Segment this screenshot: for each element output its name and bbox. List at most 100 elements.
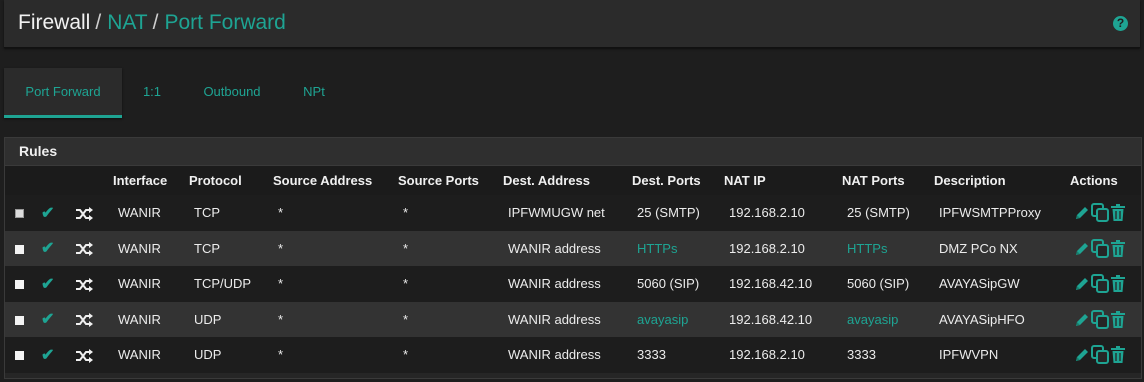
trash-icon[interactable] [1111,275,1125,293]
dest-ports-cell: 5060 (SIP) [637,276,700,292]
header-protocol[interactable]: Protocol [189,166,273,195]
help-icon[interactable]: ? [1113,16,1128,31]
table-header-row: Interface Protocol Source Address Source… [5,166,1141,195]
table-row[interactable]: ✔ WANIR UDP * * WANIR address 3333 192.1… [5,337,1141,373]
trash-icon[interactable] [1111,346,1125,364]
source-address-cell: * [278,205,284,221]
check-icon[interactable]: ✔ [41,347,54,364]
table-row[interactable]: ✔ WANIR UDP * * WANIR address avayasip 1… [5,301,1141,338]
header-source-address[interactable]: Source Address [273,166,398,195]
copy-icon[interactable] [1091,309,1110,329]
shuffle-icon [76,240,93,257]
dest-ports-cell: avayasip [637,311,689,327]
edit-pencil-icon[interactable] [1074,275,1090,292]
dest-address-cell: WANIR address [508,347,601,363]
table-row[interactable]: ✔ WANIR TCP * * IPFWMUGW net 25 (SMTP) 1… [5,195,1141,231]
status-cell: ✔ [41,266,76,302]
trash-icon[interactable] [1111,204,1125,222]
breadcrumb-firewall: Firewall [18,11,91,34]
description-cell: IPFWSMTPProxy [939,205,1041,221]
edit-pencil-icon[interactable] [1074,311,1090,328]
copy-icon[interactable] [1091,238,1110,258]
select-cell [5,266,41,302]
row-checkbox[interactable] [15,351,24,361]
protocol-cell: TCP [194,240,220,256]
edit-pencil-icon[interactable] [1074,204,1090,221]
rules-panel: Rules Interface Protocol Source Address … [4,137,1142,379]
select-cell [5,302,41,338]
nat-ip-cell: 192.168.2.10 [729,205,805,221]
actions-cell [1070,302,1141,338]
interface-cell: WANIR [118,311,161,327]
status-cell: ✔ [41,337,76,373]
edit-pencil-icon[interactable] [1074,240,1090,257]
description-cell: AVAYASipGW [939,276,1020,292]
row-checkbox[interactable] [15,209,24,219]
select-cell [5,337,41,373]
description-cell: AVAYASipHFO [939,311,1025,327]
header-select [5,166,41,195]
nat-ip-cell: 192.168.42.10 [729,311,813,327]
source-address-cell: * [278,347,284,363]
nat-ports-cell: 3333 [847,347,876,363]
nat-ip-cell: 192.168.2.10 [729,240,805,256]
header-dest-ports[interactable]: Dest. Ports [632,166,724,195]
tab-port-forward[interactable]: Port Forward [4,68,122,118]
source-ports-cell: * [403,240,409,256]
header-nat-ip[interactable]: NAT IP [724,166,842,195]
check-icon[interactable]: ✔ [41,276,54,293]
copy-icon[interactable] [1091,203,1110,223]
source-ports-cell: * [403,311,409,327]
type-cell [76,195,113,231]
row-checkbox[interactable] [15,315,24,325]
edit-pencil-icon[interactable] [1074,346,1090,363]
select-cell [5,231,41,267]
status-cell: ✔ [41,195,76,231]
actions-cell [1070,195,1141,231]
dest-ports-cell: 3333 [637,347,666,363]
nat-ports-cell: 25 (SMTP) [847,205,910,221]
table-row[interactable]: ✔ WANIR TCP/UDP * * WANIR address 5060 (… [5,266,1141,302]
header-nat-ports[interactable]: NAT Ports [842,166,934,195]
tab-outbound[interactable]: Outbound [182,68,282,118]
header-dest-address[interactable]: Dest. Address [503,166,632,195]
source-address-cell: * [278,311,284,327]
source-address-cell: * [278,240,284,256]
check-icon[interactable]: ✔ [41,240,54,257]
header-source-ports[interactable]: Source Ports [398,166,503,195]
dest-address-cell: WANIR address [508,311,601,327]
check-icon[interactable]: ✔ [41,205,54,222]
protocol-cell: TCP [194,205,220,221]
header-interface[interactable]: Interface [113,166,189,195]
nat-ports-cell: 5060 (SIP) [847,276,910,292]
copy-icon[interactable] [1091,345,1110,365]
tab-npt[interactable]: NPt [282,68,346,118]
actions-cell [1070,337,1141,373]
copy-icon[interactable] [1091,274,1110,294]
header-description[interactable]: Description [934,166,1070,195]
page-header: Firewall / NAT / Port Forward ? [4,0,1140,48]
shuffle-icon [76,276,93,292]
interface-cell: WANIR [118,347,161,363]
check-icon[interactable]: ✔ [41,311,54,328]
interface-cell: WANIR [118,240,161,256]
dest-address-cell: WANIR address [508,240,601,256]
trash-icon[interactable] [1111,310,1125,328]
trash-icon[interactable] [1111,239,1125,257]
row-checkbox[interactable] [15,244,24,254]
breadcrumb-separator: / [95,11,102,34]
row-checkbox[interactable] [15,280,24,290]
source-ports-cell: * [403,347,409,363]
breadcrumb-nat[interactable]: NAT [107,11,147,34]
breadcrumb-separator: / [152,11,159,34]
header-type [76,166,113,195]
nat-ports-cell: HTTPs [847,240,888,256]
breadcrumb-port-forward[interactable]: Port Forward [164,11,285,34]
interface-cell: WANIR [118,276,161,292]
rules-table: Interface Protocol Source Address Source… [5,166,1141,373]
table-row[interactable]: ✔ WANIR TCP * * WANIR address HTTPs 192.… [5,230,1141,267]
type-cell [76,337,113,373]
header-actions: Actions [1070,166,1141,195]
tab-one-to-one[interactable]: 1:1 [122,68,182,118]
nat-ports-cell: avayasip [847,311,899,327]
